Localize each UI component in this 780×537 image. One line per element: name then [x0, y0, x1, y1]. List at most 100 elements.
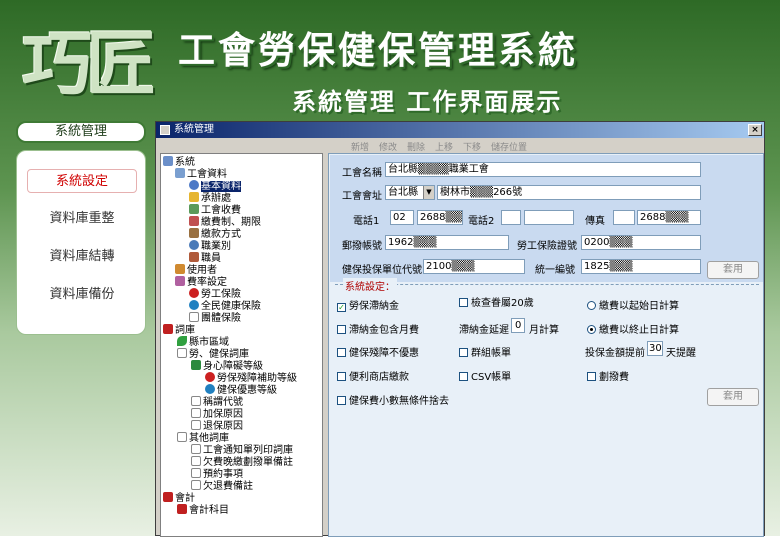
move-down-button[interactable]: 下移	[463, 140, 481, 153]
transfer-fee-checkbox[interactable]: 劃撥費	[587, 368, 629, 383]
fax-label: 傳真	[585, 216, 605, 227]
sidebar-header: 系統管理	[16, 121, 146, 143]
postal-account-label: 郵撥帳號	[342, 241, 382, 252]
phone1-field[interactable]: 2688▒▒▒	[417, 210, 463, 225]
sidebar-panel: 系統設定 資料庫重整 資料庫結轉 資料庫備份	[16, 150, 146, 335]
close-button[interactable]: ×	[748, 124, 762, 136]
phone1-area-field[interactable]: 02	[390, 210, 414, 225]
late-fee-include-monthly-checkbox[interactable]: 滯納金包含月費	[337, 321, 419, 336]
reminder-unit: 天提醒	[666, 348, 696, 359]
fax-field[interactable]: 2688▒▒▒	[637, 210, 701, 225]
sidebar-item-system-settings[interactable]: 系統設定	[27, 169, 137, 193]
labor-insurance-icon	[205, 372, 215, 382]
tree-node-refund-remark[interactable]: 欠退費備註	[191, 480, 253, 493]
basic-data-form: 工會名稱 台北縣▒▒▒▒職業工會 工會會址 台北縣 ▼ 樹林市▒▒▒266號 電話…	[328, 153, 764, 537]
convenience-store-payment-checkbox[interactable]: 便利商店繳款	[337, 368, 409, 383]
document-icon	[177, 432, 187, 442]
disability-no-discount-checkbox[interactable]: 健保殘障不優惠	[337, 344, 419, 359]
gear-icon	[189, 180, 199, 190]
settings-tree: 系統 工會資料 基本資料 承辦處 工會收費 繳費制、期限 繳款方式 職業別 職員…	[160, 153, 323, 537]
labor-insurance-icon	[189, 288, 199, 298]
book-icon	[163, 492, 173, 502]
app-title: 工會勞保健保管理系統	[178, 29, 578, 72]
book-icon	[177, 504, 187, 514]
folder-icon	[175, 168, 185, 178]
window-title: 系統管理	[174, 124, 214, 135]
calc-by-end-date-radio[interactable]: 繳費以終止日計算	[587, 321, 679, 336]
computer-icon	[163, 156, 173, 166]
rate-icon	[175, 276, 185, 286]
apply-button-top[interactable]: 套用	[707, 261, 759, 279]
document-icon	[191, 456, 201, 466]
edit-button[interactable]: 修改	[379, 140, 397, 153]
health-insurance-icon	[189, 300, 199, 310]
health-unit-code-field[interactable]: 2100▒▒▒	[423, 259, 525, 274]
tree-node-group-insurance[interactable]: 團體保險	[189, 312, 241, 325]
calendar-icon	[189, 216, 199, 226]
wheelchair-icon	[191, 360, 201, 370]
postal-account-field[interactable]: 1962▒▒▒	[385, 235, 509, 250]
document-icon	[191, 444, 201, 454]
sidebar-item-db-reorganize[interactable]: 資料庫重整	[27, 207, 137, 231]
late-delay-field[interactable]: 0	[511, 318, 525, 333]
grid-icon	[189, 228, 199, 238]
phone2-field[interactable]	[524, 210, 574, 225]
late-delay-label: 滯納金延遲	[459, 325, 509, 336]
window-icon	[160, 125, 170, 135]
system-settings-group-label: 系統設定：	[343, 278, 397, 293]
people-icon	[189, 252, 199, 262]
star-icon	[189, 192, 199, 202]
health-unit-code-label: 健保投保單位代號	[342, 265, 422, 276]
address-field[interactable]: 樹林市▒▒▒266號	[437, 185, 701, 200]
phone2-label: 電話2	[468, 216, 495, 227]
phone2-area-field[interactable]	[501, 210, 521, 225]
tax-id-field[interactable]: 1825▒▒▒	[581, 259, 701, 274]
late-fee-checkbox[interactable]: ✓ 勞保滯納金	[337, 297, 399, 312]
page-subtitle: 系統管理 工作界面展示	[292, 88, 563, 116]
round-down-decimal-checkbox[interactable]: 健保費小數無條件捨去	[337, 392, 449, 407]
sidebar-item-db-backup[interactable]: 資料庫備份	[27, 283, 137, 307]
document-icon	[191, 420, 201, 430]
book-icon	[163, 324, 173, 334]
settings-group-divider	[335, 284, 759, 285]
delete-button[interactable]: 刪除	[407, 140, 425, 153]
logo: 巧匠	[22, 22, 156, 105]
document-icon	[191, 396, 201, 406]
add-button[interactable]: 新增	[351, 140, 369, 153]
document-icon	[191, 408, 201, 418]
csv-bill-checkbox[interactable]: CSV帳單	[459, 368, 511, 383]
document-icon	[189, 312, 199, 322]
union-name-label: 工會名稱	[342, 168, 382, 179]
system-management-window: 系統管理 × 新增 修改 刪除 上移 下移 儲存位置 系統 工會資料 基本資料 …	[155, 121, 765, 537]
checkmark-icon: ✓	[337, 303, 346, 312]
window-titlebar: 系統管理 ×	[156, 122, 764, 138]
reminder-days-field[interactable]: 30	[647, 341, 663, 356]
reminder-label: 投保金額提前	[585, 348, 645, 359]
document-icon	[191, 480, 201, 490]
late-delay-unit: 月計算	[529, 325, 559, 336]
check-dependent-age-checkbox[interactable]: 檢查眷屬20歲	[459, 294, 534, 309]
move-up-button[interactable]: 上移	[435, 140, 453, 153]
money-icon	[189, 204, 199, 214]
calc-by-start-date-radio[interactable]: 繳費以起始日計算	[587, 297, 679, 312]
leaf-icon	[177, 336, 187, 346]
sidebar-item-db-transfer[interactable]: 資料庫結轉	[27, 245, 137, 269]
union-name-field[interactable]: 台北縣▒▒▒▒職業工會	[385, 162, 701, 177]
document-icon	[191, 468, 201, 478]
apply-button-bottom[interactable]: 套用	[707, 388, 759, 406]
group-bill-checkbox[interactable]: 群組帳單	[459, 344, 511, 359]
user-icon	[175, 264, 185, 274]
address-label: 工會會址	[342, 191, 382, 202]
fax-area-field[interactable]	[613, 210, 635, 225]
document-icon	[177, 348, 187, 358]
city-select[interactable]: 台北縣 ▼	[385, 185, 435, 200]
labor-insurance-no-label: 勞工保險證號	[517, 241, 577, 252]
tax-id-label: 統一編號	[535, 265, 575, 276]
settings-icon	[189, 240, 199, 250]
phone1-label: 電話1	[353, 216, 380, 227]
save-position-button[interactable]: 儲存位置	[491, 140, 527, 153]
chevron-down-icon: ▼	[423, 186, 434, 199]
health-insurance-icon	[205, 384, 215, 394]
labor-insurance-no-field[interactable]: 0200▒▒▒	[581, 235, 701, 250]
tree-node-account-items[interactable]: 會計科目	[177, 504, 229, 517]
